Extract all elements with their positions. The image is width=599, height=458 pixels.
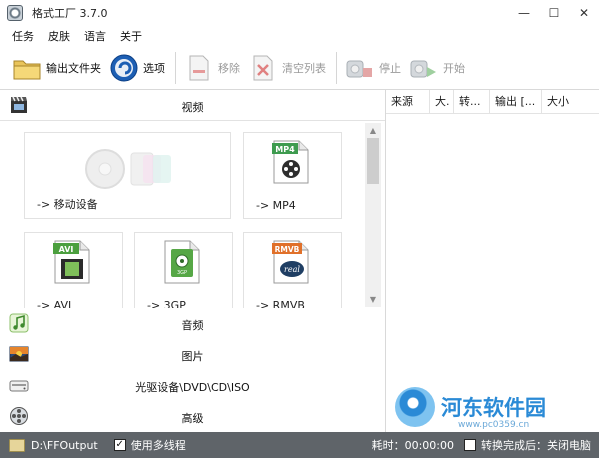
category-image-label: 图片 bbox=[181, 350, 204, 363]
rmvb-file-icon: RMVB real bbox=[272, 240, 309, 284]
start-label: 开始 bbox=[443, 61, 465, 75]
options-button[interactable]: 选项 bbox=[109, 50, 165, 86]
remove-button[interactable]: 移除 bbox=[184, 50, 240, 86]
column-output-size[interactable]: 大小 bbox=[542, 90, 599, 114]
tile-avi[interactable]: AVI -> AVI bbox=[24, 232, 123, 308]
tile-mobile-label: -> 移动设备 bbox=[37, 198, 98, 211]
stop-label: 停止 bbox=[379, 61, 401, 75]
mp4-badge: MP4 bbox=[275, 145, 295, 154]
clear-list-button[interactable]: 清空列表 bbox=[248, 50, 326, 86]
task-list-header: 来源 大. 转... 输出 [... 大小 bbox=[386, 90, 599, 114]
title-bar: 格式工厂 3.7.0 — ☐ ✕ bbox=[0, 0, 599, 26]
scroll-up-arrow[interactable]: ▲ bbox=[365, 123, 381, 138]
output-folder-button[interactable]: 输出文件夹 bbox=[12, 50, 101, 86]
menu-task[interactable]: 任务 bbox=[12, 28, 34, 44]
category-rom-label: 光驱设备\DVD\CD\ISO bbox=[135, 381, 250, 394]
tile-mp4[interactable]: MP4 -> MP4 bbox=[243, 132, 342, 219]
menu-about[interactable]: 关于 bbox=[120, 28, 142, 44]
output-folder-icon[interactable] bbox=[9, 438, 25, 452]
maximize-button[interactable]: ☐ bbox=[539, 0, 569, 26]
column-source[interactable]: 来源 bbox=[386, 90, 430, 114]
rmvb-badge: RMVB bbox=[275, 245, 300, 254]
tile-3gp-label: -> 3GP bbox=[147, 299, 186, 308]
app-icon bbox=[7, 5, 23, 21]
column-size[interactable]: 大. bbox=[430, 90, 454, 114]
watermark-site-name: 河东软件园 bbox=[441, 396, 546, 420]
output-folder-label: 输出文件夹 bbox=[46, 61, 101, 75]
minimize-button[interactable]: — bbox=[509, 0, 539, 26]
elapsed-time: 耗时：00:00:00 bbox=[371, 439, 454, 452]
watermark-logo-icon bbox=[395, 387, 435, 427]
remove-label: 移除 bbox=[218, 61, 240, 75]
tile-avi-label: -> AVI bbox=[37, 299, 72, 308]
task-list-panel[interactable]: 来源 大. 转... 输出 [... 大小 bbox=[385, 90, 599, 432]
shutdown-checkbox[interactable] bbox=[464, 439, 476, 451]
toolbar-separator bbox=[175, 51, 176, 84]
stop-button[interactable]: 停止 bbox=[345, 50, 401, 86]
folder-icon bbox=[12, 53, 42, 83]
multithread-label: 使用多线程 bbox=[130, 439, 186, 452]
disc-drive-icon bbox=[9, 380, 29, 392]
window-title: 格式工厂 3.7.0 bbox=[32, 7, 108, 20]
tile-3gp[interactable]: 3GP -> 3GP bbox=[134, 232, 233, 308]
tile-rmvb[interactable]: RMVB real -> RMVB bbox=[243, 232, 342, 308]
category-video[interactable]: 视频 bbox=[0, 90, 385, 120]
options-label: 选项 bbox=[143, 61, 165, 75]
clear-list-icon bbox=[248, 53, 278, 83]
category-audio-label: 音频 bbox=[181, 319, 204, 332]
scroll-down-arrow[interactable]: ▼ bbox=[365, 292, 381, 307]
column-status[interactable]: 转... bbox=[454, 90, 490, 114]
category-panel: 视频 -> 移动设备 MP4 -> MP4 AVI -> AVI 3GP -> … bbox=[0, 90, 385, 432]
status-bar: D:\FFOutput ✓ 使用多线程 耗时：00:00:00 转换完成后：关闭… bbox=[0, 432, 599, 458]
output-path[interactable]: D:\FFOutput bbox=[31, 439, 98, 452]
menu-language[interactable]: 语言 bbox=[84, 28, 106, 44]
close-button[interactable]: ✕ bbox=[569, 0, 599, 26]
category-audio[interactable]: 音频 bbox=[0, 308, 385, 338]
toolbar-separator bbox=[336, 51, 337, 84]
column-output[interactable]: 输出 [... bbox=[490, 90, 542, 114]
shutdown-label: 转换完成后：关闭电脑 bbox=[481, 439, 591, 452]
category-image[interactable]: 图片 bbox=[0, 339, 385, 369]
3gp-file-icon: 3GP bbox=[164, 240, 200, 284]
film-clapper-icon bbox=[11, 96, 27, 113]
avi-file-icon: AVI bbox=[53, 240, 90, 284]
video-format-grid: -> 移动设备 MP4 -> MP4 AVI -> AVI 3GP -> 3GP… bbox=[0, 120, 385, 308]
picture-icon bbox=[9, 346, 29, 362]
watermark-url: www.pc0359.cn bbox=[458, 420, 530, 430]
tile-mp4-label: -> MP4 bbox=[256, 199, 296, 212]
tile-rmvb-label: -> RMVB bbox=[256, 299, 305, 308]
scroll-thumb[interactable] bbox=[367, 138, 379, 184]
avi-badge: AVI bbox=[59, 245, 74, 254]
window-controls: — ☐ ✕ bbox=[509, 0, 599, 26]
mp4-file-icon: MP4 bbox=[272, 140, 309, 184]
category-video-label: 视频 bbox=[181, 101, 204, 114]
status-right: 耗时：00:00:00 转换完成后：关闭电脑 bbox=[372, 432, 591, 458]
start-button[interactable]: 开始 bbox=[409, 50, 465, 86]
menu-bar: 任务 皮肤 语言 关于 bbox=[0, 26, 599, 46]
film-reel-icon bbox=[10, 407, 28, 425]
tile-mobile-device[interactable]: -> 移动设备 bbox=[24, 132, 231, 219]
category-rom-device[interactable]: 光驱设备\DVD\CD\ISO bbox=[0, 370, 385, 400]
remove-icon bbox=[184, 53, 214, 83]
real-badge: real bbox=[284, 265, 300, 274]
toolbar: 输出文件夹 选项 移除 清空列表 停止 开始 bbox=[0, 46, 599, 90]
clear-list-label: 清空列表 bbox=[282, 61, 326, 75]
stop-icon bbox=[345, 53, 375, 83]
3gp-badge: 3GP bbox=[177, 270, 187, 276]
multithread-checkbox[interactable]: ✓ bbox=[113, 439, 126, 451]
start-icon bbox=[409, 53, 439, 83]
category-advanced[interactable]: 高级 bbox=[0, 401, 385, 431]
mobile-device-icon bbox=[85, 149, 171, 189]
category-advanced-label: 高级 bbox=[181, 412, 204, 425]
music-note-icon bbox=[9, 313, 29, 333]
options-icon bbox=[109, 53, 139, 83]
format-grid-scrollbar[interactable]: ▲ ▼ bbox=[365, 123, 381, 307]
menu-skin[interactable]: 皮肤 bbox=[48, 28, 70, 44]
